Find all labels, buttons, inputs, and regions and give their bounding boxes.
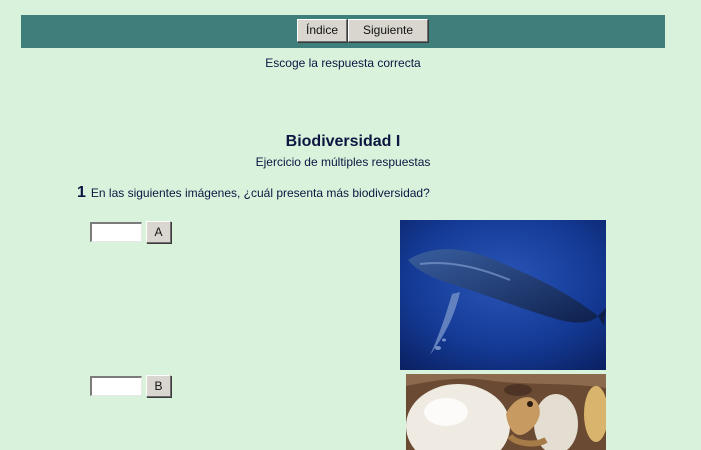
answer-input-a[interactable] — [90, 222, 142, 242]
whale-image — [400, 220, 606, 370]
exercise-page: Índice Siguiente Escoge la respuesta cor… — [0, 0, 701, 450]
next-button[interactable]: Siguiente — [348, 19, 428, 42]
index-button[interactable]: Índice — [297, 19, 347, 42]
answer-button-b[interactable]: B — [146, 375, 171, 397]
eggs-image — [406, 374, 606, 450]
eggs-hatchling-photo — [406, 374, 606, 450]
answer-row-b: B — [90, 375, 171, 397]
exercise-title: Biodiversidad I — [285, 133, 401, 150]
question-1: 1 En las siguientes imágenes, ¿cuál pres… — [77, 184, 430, 202]
navigation-bar: Índice Siguiente — [21, 15, 665, 48]
exercise-subtitle: Ejercicio de múltiples respuestas — [255, 155, 431, 169]
instruction-text: Escoge la respuesta correcta — [265, 56, 421, 70]
answer-input-b[interactable] — [90, 376, 142, 396]
question-text: En las siguientes imágenes, ¿cuál presen… — [90, 186, 430, 200]
answer-row-a: A — [90, 221, 171, 243]
whale-photo — [400, 220, 606, 370]
answer-button-a[interactable]: A — [146, 221, 171, 243]
navigation-buttons: Índice Siguiente — [297, 19, 428, 42]
question-number: 1 — [77, 184, 86, 201]
